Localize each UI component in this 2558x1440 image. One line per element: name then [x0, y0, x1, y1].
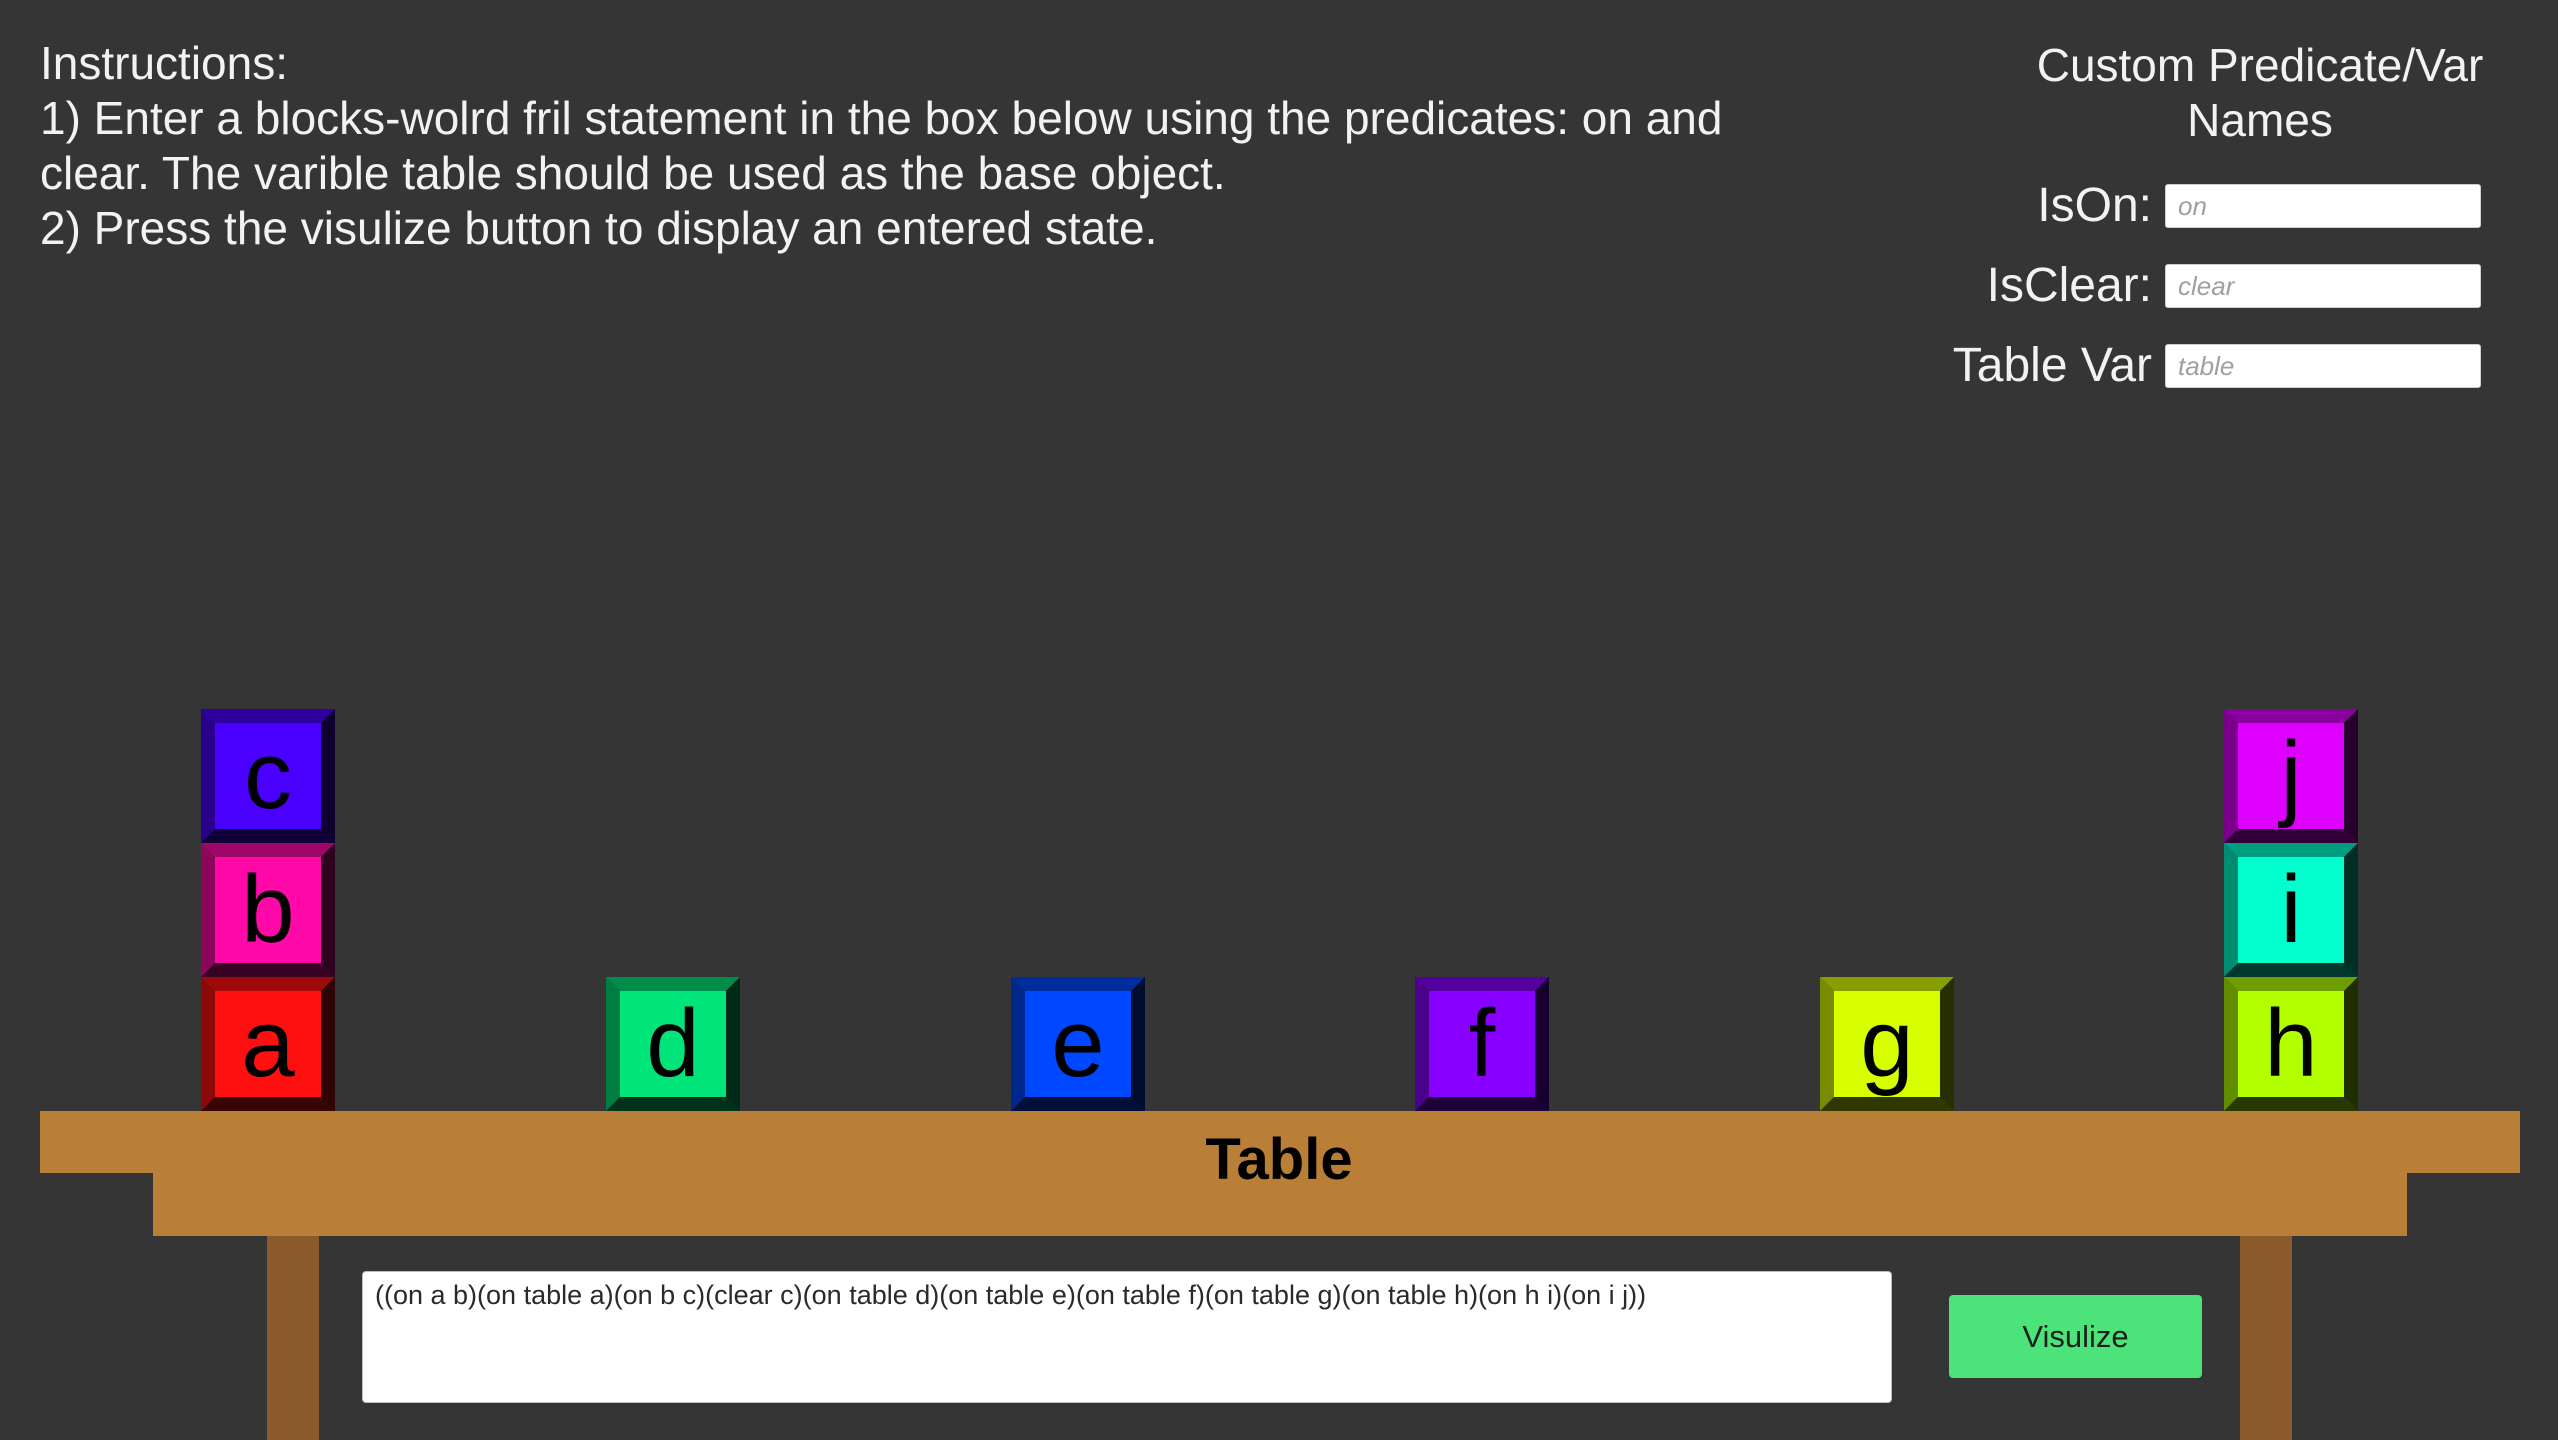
block-b-bevel-right: [321, 843, 335, 977]
block-b-bevel-left: [201, 843, 215, 977]
block-j-bevel-left: [2224, 709, 2238, 843]
block-j-letter: j: [2238, 723, 2344, 829]
table-var-input[interactable]: [2165, 344, 2481, 388]
block-g-bevel-bottom: [1820, 1097, 1954, 1111]
block-d-letter: d: [620, 991, 726, 1097]
block-d-bevel-right: [726, 977, 740, 1111]
block-c-bevel-top: [201, 709, 335, 723]
instructions-step-2: 2) Press the visulize button to display …: [40, 202, 1158, 254]
block-f-bevel-left: [1415, 977, 1429, 1111]
block-h-bevel-top: [2224, 977, 2358, 991]
block-d-bevel-left: [606, 977, 620, 1111]
is-on-input[interactable]: [2165, 184, 2481, 228]
block-j-bevel-top: [2224, 709, 2358, 723]
is-on-row: IsOn:: [1930, 174, 2540, 234]
block-c-letter: c: [215, 723, 321, 829]
block-g-bevel-right: [1940, 977, 1954, 1111]
block-h-letter: h: [2238, 991, 2344, 1097]
block-e-bevel-top: [1011, 977, 1145, 991]
table-label: Table: [1205, 1127, 1353, 1192]
block-j-bevel-right: [2344, 709, 2358, 843]
is-clear-label: IsClear:: [1986, 259, 2152, 312]
block-f: f: [1415, 977, 1549, 1111]
visualize-button[interactable]: Visulize: [1949, 1295, 2202, 1378]
block-d-bevel-bottom: [606, 1097, 740, 1111]
custom-names-panel: Custom Predicate/Var Names IsOn: IsClear…: [1930, 38, 2530, 392]
block-e-bevel-left: [1011, 977, 1025, 1111]
statement-input[interactable]: [362, 1271, 1892, 1403]
table-leg-right: [2240, 1236, 2292, 1440]
block-i-bevel-top: [2224, 843, 2358, 857]
block-e-bevel-right: [1131, 977, 1145, 1111]
blocks-world-visualizer: Instructions: 1) Enter a blocks-wolrd fr…: [0, 0, 2558, 1440]
is-clear-input[interactable]: [2165, 264, 2481, 308]
block-i-bevel-bottom: [2224, 963, 2358, 977]
block-j-bevel-bottom: [2224, 829, 2358, 843]
block-b-bevel-top: [201, 843, 335, 857]
block-a-bevel-bottom: [201, 1097, 335, 1111]
block-e: e: [1011, 977, 1145, 1111]
instructions-heading: Instructions:: [40, 37, 288, 89]
block-a-bevel-top: [201, 977, 335, 991]
block-f-letter: f: [1429, 991, 1535, 1097]
block-a-letter: a: [215, 991, 321, 1097]
block-a-bevel-left: [201, 977, 215, 1111]
block-b-bevel-bottom: [201, 963, 335, 977]
block-a: a: [201, 977, 335, 1111]
instructions-step-1: 1) Enter a blocks-wolrd fril statement i…: [40, 92, 1723, 199]
block-e-letter: e: [1025, 991, 1131, 1097]
block-d: d: [606, 977, 740, 1111]
table-var-row: Table Var: [1930, 334, 2540, 394]
instructions-panel: Instructions: 1) Enter a blocks-wolrd fr…: [40, 36, 1830, 256]
block-g-bevel-left: [1820, 977, 1834, 1111]
block-f-bevel-right: [1535, 977, 1549, 1111]
block-g-bevel-top: [1820, 977, 1954, 991]
is-clear-row: IsClear:: [1930, 254, 2540, 314]
block-h: h: [2224, 977, 2358, 1111]
block-c-bevel-right: [321, 709, 335, 843]
custom-names-title: Custom Predicate/Var Names: [2036, 39, 2484, 146]
table-leg-left: [267, 1236, 319, 1440]
block-f-bevel-bottom: [1415, 1097, 1549, 1111]
block-i-bevel-left: [2224, 843, 2238, 977]
block-j: j: [2224, 709, 2358, 843]
block-i: i: [2224, 843, 2358, 977]
block-b-letter: b: [215, 857, 321, 963]
block-d-bevel-top: [606, 977, 740, 991]
block-h-bevel-bottom: [2224, 1097, 2358, 1111]
block-c-bevel-bottom: [201, 829, 335, 843]
block-c-bevel-left: [201, 709, 215, 843]
block-g-letter: g: [1834, 991, 1940, 1097]
block-h-bevel-left: [2224, 977, 2238, 1111]
block-c: c: [201, 709, 335, 843]
block-a-bevel-right: [321, 977, 335, 1111]
is-on-label: IsOn:: [2037, 179, 2152, 232]
block-h-bevel-right: [2344, 977, 2358, 1111]
block-i-letter: i: [2238, 857, 2344, 963]
block-b: b: [201, 843, 335, 977]
block-g: g: [1820, 977, 1954, 1111]
block-i-bevel-right: [2344, 843, 2358, 977]
block-e-bevel-bottom: [1011, 1097, 1145, 1111]
table-var-label: Table Var: [1952, 339, 2152, 392]
block-f-bevel-top: [1415, 977, 1549, 991]
